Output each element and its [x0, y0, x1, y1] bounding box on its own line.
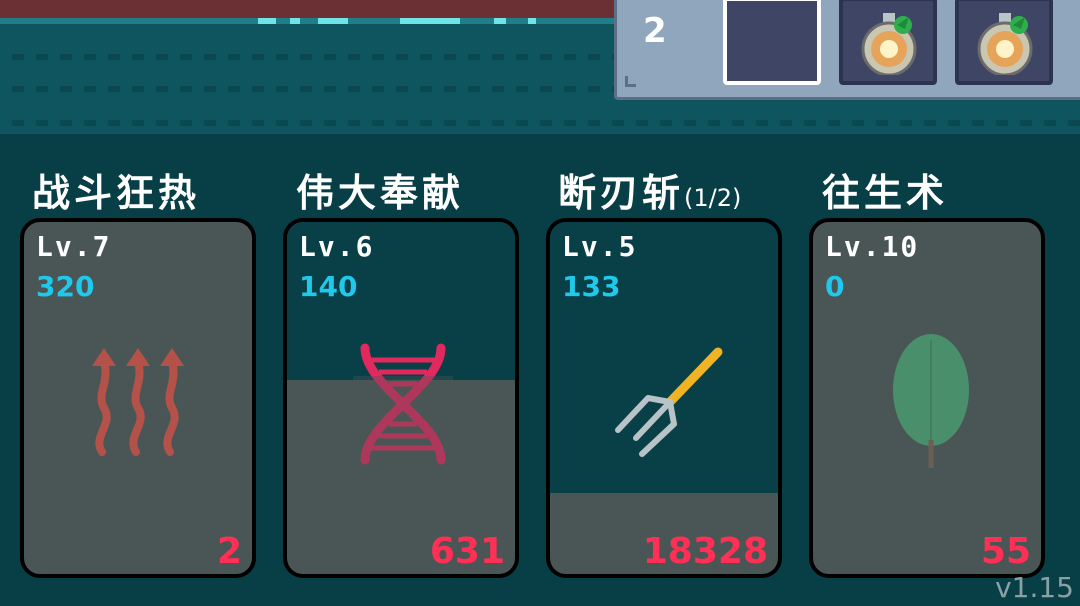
top-bar — [0, 0, 620, 18]
skill-value: 0 — [825, 270, 845, 303]
corner-marker — [625, 76, 636, 87]
heat-waves-icon — [92, 348, 184, 456]
inventory-slot-empty[interactable] — [723, 0, 821, 85]
skill-title-suffix: (1/2) — [684, 184, 742, 212]
dna-icon — [353, 343, 453, 466]
skill-title: 战斗狂热 — [32, 171, 201, 215]
inventory-slot-potion[interactable] — [955, 0, 1053, 85]
skill-card-great-devotion[interactable]: Lv.6 140 631 — [283, 218, 519, 578]
skill-title: 伟大奉献 — [296, 171, 465, 215]
skill-count: 631 — [429, 531, 505, 572]
potion-icon — [977, 13, 1033, 75]
skill-count: 55 — [980, 531, 1031, 572]
inventory-slot-potion[interactable] — [839, 0, 937, 85]
skill-value: 320 — [36, 270, 95, 303]
inventory-count: 2 — [643, 11, 667, 51]
pitchfork-icon — [615, 347, 723, 457]
skill-title: 往生术 — [822, 171, 949, 215]
skill-value: 133 — [562, 270, 621, 303]
skill-count: 18328 — [642, 531, 768, 572]
skill-title: 断刃斩(1/2) — [558, 171, 742, 215]
version-label: v1.15 — [995, 571, 1074, 604]
skill-card-broken-blade-slash[interactable]: Lv.5 133 18328 — [546, 218, 782, 578]
skill-count: 2 — [216, 531, 242, 572]
skill-level: Lv.5 — [562, 230, 638, 263]
leaf-icon — [893, 334, 969, 468]
inventory-panel: 2 — [614, 0, 1080, 100]
skill-level: Lv.10 — [825, 230, 920, 263]
skill-level: Lv.7 — [36, 230, 112, 263]
skill-level: Lv.6 — [299, 230, 375, 263]
potion-icon — [861, 13, 917, 75]
skill-card-rebirth[interactable]: Lv.10 0 55 — [809, 218, 1045, 578]
skill-value: 140 — [299, 270, 358, 303]
skill-card-battle-frenzy[interactable]: Lv.7 320 2 — [20, 218, 256, 578]
